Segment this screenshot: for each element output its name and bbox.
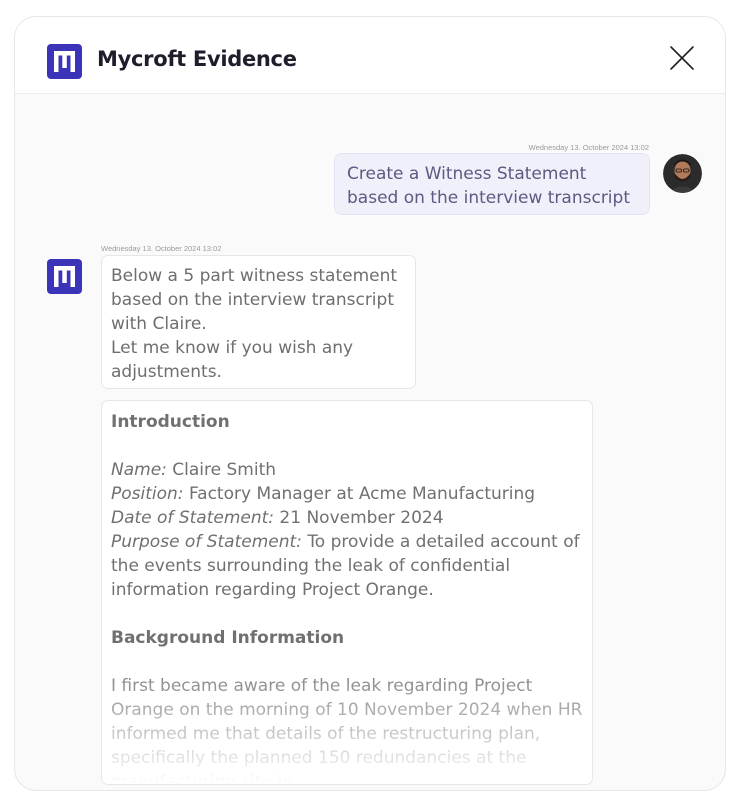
assistant-message-text: Let me know if you wish any adjustments.	[111, 338, 354, 382]
assistant-message-timestamp: Wednesday 13. October 2024 13:02	[101, 244, 222, 253]
field-label: Position:	[111, 484, 184, 504]
section-heading-introduction: Introduction	[111, 412, 230, 432]
header: Mycroft Evidence	[15, 17, 725, 94]
mycroft-logo-icon	[47, 259, 82, 294]
statement-field-purpose: Purpose of Statement: To provide a detai…	[111, 530, 583, 602]
statement-field-name: Name: Claire Smith	[111, 458, 583, 482]
mycroft-logo-icon	[47, 44, 82, 79]
field-value: Factory Manager at Acme Manufacturing	[188, 484, 536, 504]
witness-statement-card[interactable]: Introduction Name: Claire Smith Position…	[101, 400, 593, 785]
section-heading-background: Background Information	[111, 628, 345, 648]
avatar	[663, 154, 702, 193]
background-paragraph: I first became aware of the leak regardi…	[111, 676, 583, 785]
field-label: Date of Statement:	[111, 508, 275, 528]
assistant-message-bubble: Below a 5 part witness statement based o…	[101, 255, 416, 389]
app-title: Mycroft Evidence	[97, 47, 297, 71]
user-message-timestamp: Wednesday 13. October 2024 13:02	[528, 143, 649, 152]
field-label: Purpose of Statement:	[111, 532, 302, 552]
user-message-bubble: Create a Witness Statement based on the …	[334, 153, 650, 215]
chat-window: Mycroft Evidence Wednesday 13. October 2…	[14, 16, 726, 791]
field-value: Claire Smith	[172, 460, 277, 480]
field-label: Name:	[111, 460, 167, 480]
statement-field-date: Date of Statement: 21 November 2024	[111, 506, 583, 530]
close-icon[interactable]	[667, 43, 697, 73]
statement-field-position: Position: Factory Manager at Acme Manufa…	[111, 482, 583, 506]
field-value: 21 November 2024	[279, 508, 444, 528]
assistant-message-text: Below a 5 part witness statement based o…	[111, 266, 398, 334]
